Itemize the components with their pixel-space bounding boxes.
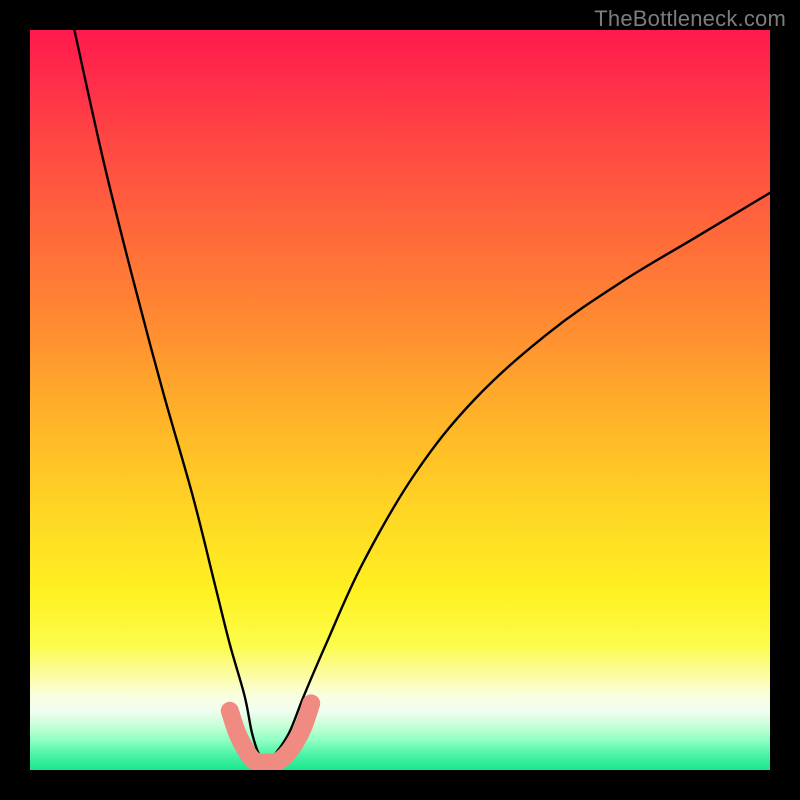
curve-main [74,30,770,763]
curve-layer [30,30,770,770]
chart-frame: TheBottleneck.com [0,0,800,800]
watermark-text: TheBottleneck.com [594,6,786,32]
plot-area [30,30,770,770]
marker-band [230,703,311,762]
